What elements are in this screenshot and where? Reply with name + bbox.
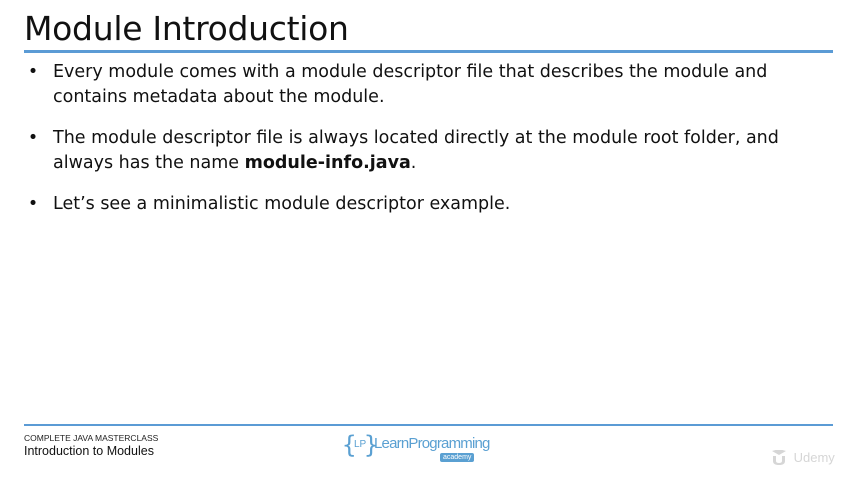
- bullet-item: • The module descriptor file is always l…: [24, 126, 834, 176]
- slide: Module Introduction • Every module comes…: [0, 0, 853, 480]
- title-divider: [24, 50, 833, 53]
- bullet-list: • Every module comes with a module descr…: [24, 60, 834, 233]
- bullet-glyph: •: [27, 62, 39, 82]
- bullet-text: Every module comes with a module descrip…: [53, 62, 768, 107]
- logo-tagline: academy: [440, 453, 475, 462]
- footer-divider: [24, 424, 833, 426]
- udemy-watermark: Udemy: [770, 449, 835, 469]
- logo-wordmark: LearnProgramming: [374, 435, 490, 452]
- bullet-text: Let’s see a minimalistic module descript…: [53, 194, 511, 214]
- bullet-item: • Every module comes with a module descr…: [24, 60, 834, 110]
- slide-title: Module Introduction: [24, 9, 349, 48]
- bullet-glyph: •: [27, 194, 39, 214]
- bullet-bold-filename: module-info.java: [244, 153, 411, 173]
- course-name: COMPLETE JAVA MASTERCLASS: [24, 433, 159, 443]
- udemy-wordmark: Udemy: [793, 450, 835, 466]
- udemy-logo-icon: [772, 449, 786, 465]
- section-name: Introduction to Modules: [24, 444, 154, 458]
- learnprogramming-logo: { LP } LearnProgramming academy: [342, 432, 492, 464]
- bullet-text-end: .: [410, 153, 417, 173]
- bullet-item: • Let’s see a minimalistic module descri…: [24, 192, 834, 217]
- bullet-glyph: •: [27, 128, 39, 148]
